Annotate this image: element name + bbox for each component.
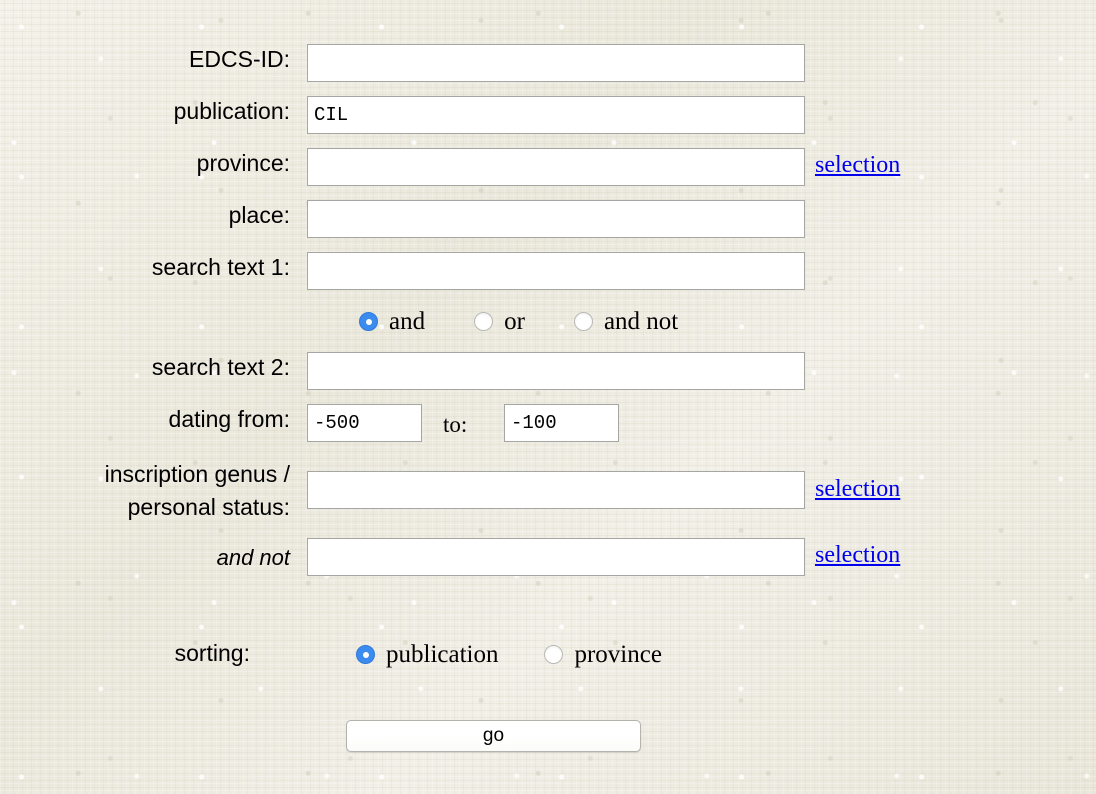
sorting-option-province[interactable]: province <box>544 641 662 668</box>
genus-and-not-selection-link[interactable]: selection <box>815 542 900 568</box>
sorting-option-publication-label: publication <box>386 641 499 668</box>
connector-option-and[interactable]: and <box>359 309 425 334</box>
radio-province-icon[interactable] <box>544 645 564 664</box>
publication-input[interactable] <box>307 96 805 134</box>
sorting-radio-group: publication province <box>356 642 662 667</box>
dating-to-input[interactable] <box>504 404 619 442</box>
connector-option-or[interactable]: or <box>474 309 525 334</box>
inscription-genus-selection-link[interactable]: selection <box>815 476 900 502</box>
genus-and-not-label: and not <box>216 545 290 570</box>
dating-to-label: to: <box>443 412 468 437</box>
publication-label: publication: <box>173 98 290 124</box>
connector-option-or-label: or <box>504 308 525 335</box>
radio-and-icon[interactable] <box>359 312 378 331</box>
genus-and-not-input[interactable] <box>307 538 805 576</box>
sorting-option-province-label: province <box>574 641 662 668</box>
inscription-genus-input[interactable] <box>307 471 805 509</box>
radio-publication-icon[interactable] <box>356 645 375 664</box>
go-button[interactable]: go <box>346 720 641 752</box>
page-background: EDCS-ID: publication: province: selectio… <box>0 0 1096 794</box>
dating-from-label: dating from: <box>168 406 290 432</box>
province-input[interactable] <box>307 148 805 186</box>
edcs-id-input[interactable] <box>307 44 805 82</box>
connector-option-and-label: and <box>389 308 426 335</box>
radio-or-icon[interactable] <box>474 312 494 331</box>
search-text-1-label: search text 1: <box>151 254 290 280</box>
radio-and-not-icon[interactable] <box>573 312 593 331</box>
connector-radio-group: and or and not <box>359 309 678 334</box>
place-label: place: <box>228 202 290 228</box>
sorting-option-publication[interactable]: publication <box>356 642 498 667</box>
place-input[interactable] <box>307 200 805 238</box>
edcs-id-label: EDCS-ID: <box>189 46 290 72</box>
sorting-label: sorting: <box>174 640 250 666</box>
connector-option-and-not[interactable]: and not <box>573 308 679 335</box>
province-selection-link[interactable]: selection <box>815 152 900 178</box>
search-text-1-input[interactable] <box>307 252 805 290</box>
search-text-2-input[interactable] <box>307 352 805 390</box>
search-text-2-label: search text 2: <box>151 354 290 380</box>
dating-from-input[interactable] <box>307 404 422 442</box>
inscription-genus-label: inscription genus / personal status: <box>104 461 290 520</box>
connector-option-and-not-label: and not <box>603 308 679 335</box>
province-label: province: <box>196 150 290 176</box>
